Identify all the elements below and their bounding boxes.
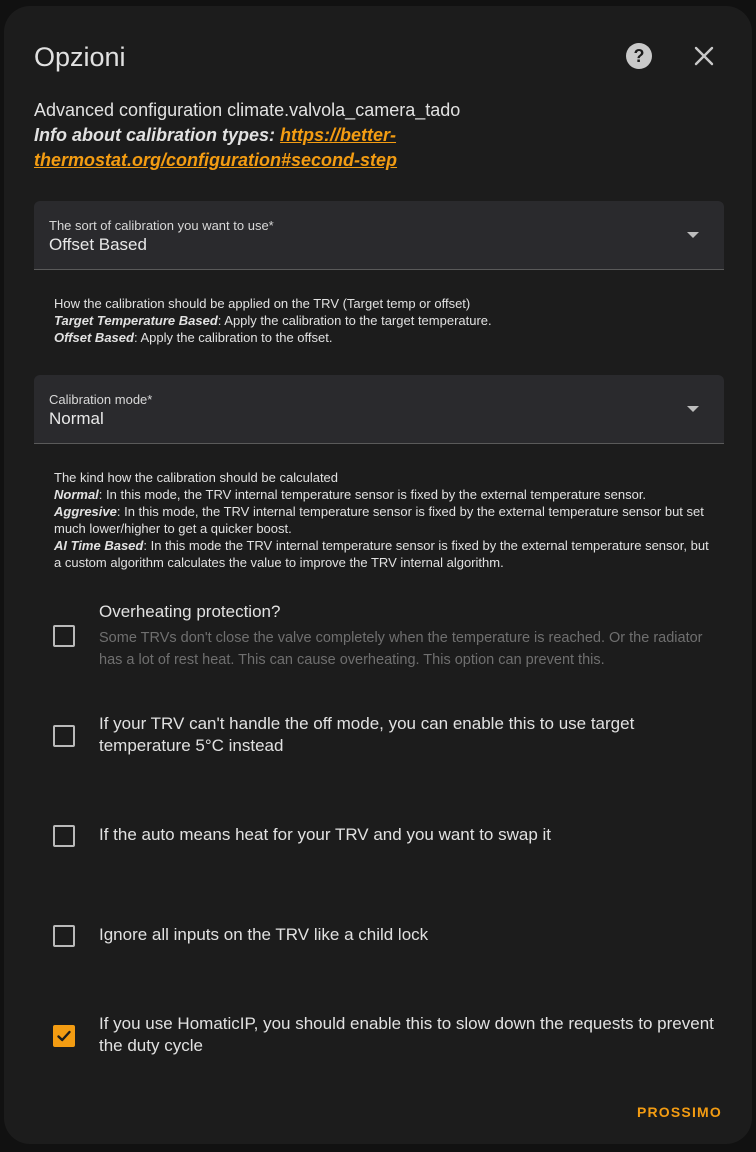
dialog-title: Opzioni: [34, 42, 126, 72]
options-dialog: Opzioni ? Advanced configuration climate…: [4, 6, 752, 1144]
help-intro: The kind how the calibration should be c…: [54, 470, 339, 485]
swap-auto-heat-label: If the auto means heat for your TRV and …: [99, 825, 552, 844]
help-term: AI Time Based: [54, 538, 144, 553]
help-term: Aggresive: [54, 504, 117, 519]
calibration-mode-select[interactable]: Calibration mode* Normal: [34, 375, 724, 444]
select-value: Normal: [49, 409, 104, 428]
help-text: : In this mode, the TRV internal tempera…: [54, 504, 704, 536]
calibration-type-help: How the calibration should be applied on…: [54, 295, 714, 346]
calibration-mode-help: The kind how the calibration should be c…: [54, 469, 714, 571]
chevron-down-icon: [687, 406, 699, 412]
help-text: : In this mode, the TRV internal tempera…: [98, 487, 647, 502]
homaticip-checkbox[interactable]: [53, 1025, 75, 1047]
child-lock-label: Ignore all inputs on the TRV like a chil…: [99, 925, 429, 944]
overheating-protection-label: Overheating protection?: [99, 602, 281, 621]
off-mode-label: If your TRV can't handle the off mode, y…: [99, 714, 635, 755]
help-text: : In this mode the TRV internal temperat…: [54, 538, 709, 570]
help-term: Normal: [54, 487, 99, 502]
close-icon[interactable]: [690, 42, 718, 70]
select-value: Offset Based: [49, 235, 147, 254]
child-lock-checkbox[interactable]: [53, 925, 75, 947]
swap-auto-heat-checkbox[interactable]: [53, 825, 75, 847]
help-text: : Apply the calibration to the target te…: [217, 313, 492, 328]
homaticip-label: If you use HomaticIP, you should enable …: [99, 1014, 714, 1055]
calibration-type-select[interactable]: The sort of calibration you want to use*…: [34, 201, 724, 270]
svg-text:?: ?: [634, 46, 645, 66]
help-text: : Apply the calibration to the offset.: [133, 330, 333, 345]
select-label: The sort of calibration you want to use*: [49, 218, 274, 233]
help-intro: How the calibration should be applied on…: [54, 296, 471, 311]
info-label: Info about calibration types:: [34, 125, 276, 145]
select-label: Calibration mode*: [49, 392, 153, 407]
overheating-protection-checkbox[interactable]: [53, 625, 75, 647]
help-term: Target Temperature Based: [54, 313, 218, 328]
checkmark-icon: [57, 1030, 71, 1042]
next-button[interactable]: PROSSIMO: [637, 1104, 722, 1120]
dialog-description: Advanced configuration climate.valvola_c…: [34, 98, 674, 173]
chevron-down-icon: [687, 232, 699, 238]
off-mode-checkbox[interactable]: [53, 725, 75, 747]
help-term: Offset Based: [54, 330, 134, 345]
help-circle-icon[interactable]: ?: [625, 42, 653, 70]
description-line: Advanced configuration climate.valvola_c…: [34, 100, 461, 120]
overheating-protection-description: Some TRVs don't close the valve complete…: [99, 630, 703, 668]
